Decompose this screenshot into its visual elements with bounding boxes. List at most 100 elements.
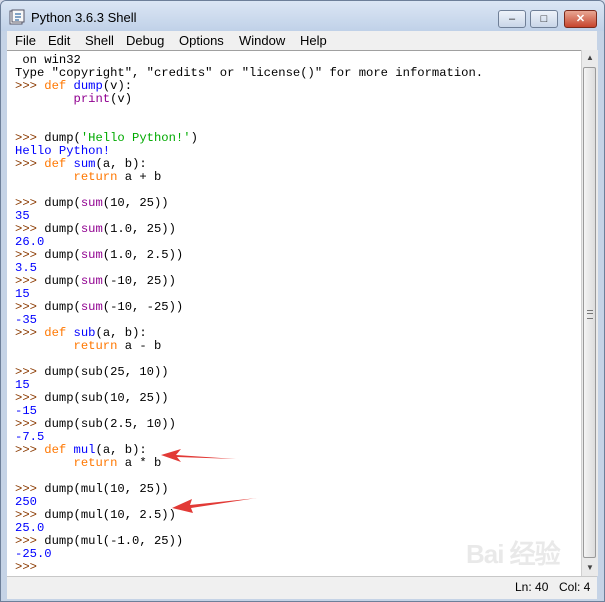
shell-line: >>> dump(sum(-10, -25)) bbox=[15, 301, 483, 314]
shell-prompt: >>> bbox=[15, 79, 45, 93]
shell-line: >>> dump(sub(10, 25)) bbox=[15, 392, 483, 405]
shell-code-token: sum bbox=[80, 300, 103, 314]
shell-prompt: >>> bbox=[15, 534, 45, 548]
shell-line: return a + b bbox=[15, 171, 483, 184]
shell-output-text: -15 bbox=[15, 404, 37, 418]
shell-code-token: sum bbox=[73, 157, 96, 171]
close-button[interactable]: ✕ bbox=[564, 10, 597, 28]
shell-prompt: >>> bbox=[15, 131, 45, 145]
shell-prompt: >>> bbox=[15, 482, 45, 496]
shell-code-token: ) bbox=[190, 131, 198, 145]
shell-code-token: return bbox=[73, 339, 118, 353]
shell-prompt: >>> bbox=[15, 248, 45, 262]
shell-code-token bbox=[66, 157, 73, 171]
shell-code-token: dump(mul(10, 25)) bbox=[44, 482, 169, 496]
shell-code-token: (1.0, 2.5)) bbox=[102, 248, 184, 262]
shell-line: -25.0 bbox=[15, 548, 483, 561]
shell-code-token bbox=[66, 79, 73, 93]
shell-line: >>> dump(mul(10, 25)) bbox=[15, 483, 483, 496]
shell-output-text: 15 bbox=[15, 378, 30, 392]
shell-code-token bbox=[66, 326, 73, 340]
shell-prompt: >>> bbox=[15, 222, 45, 236]
shell-output-text: Hello Python! bbox=[15, 144, 111, 158]
shell-code-token: Type "copyright", "credits" or "license(… bbox=[15, 66, 484, 80]
menu-edit[interactable]: Edit bbox=[48, 33, 70, 48]
shell-output-text: -7.5 bbox=[15, 430, 45, 444]
maximize-button[interactable]: □ bbox=[530, 10, 558, 28]
shell-output-text: 26.0 bbox=[15, 235, 45, 249]
shell-code-token: return bbox=[73, 170, 118, 184]
shell-code-token: def bbox=[44, 79, 67, 93]
shell-code-token: (-10, -25)) bbox=[102, 300, 184, 314]
menu-shell[interactable]: Shell bbox=[85, 33, 114, 48]
menu-window[interactable]: Window bbox=[239, 33, 285, 48]
shell-line: >>> dump(sum(1.0, 2.5)) bbox=[15, 249, 483, 262]
shell-output-text: 15 bbox=[15, 287, 30, 301]
grip-icon bbox=[587, 310, 593, 319]
menu-help[interactable]: Help bbox=[300, 33, 327, 48]
shell-code-token: sum bbox=[80, 222, 103, 236]
vertical-scrollbar[interactable]: ▲ ▼ bbox=[581, 50, 598, 576]
shell-code-token bbox=[15, 92, 74, 106]
title-bar[interactable]: Python 3.6.3 Shell – □ ✕ bbox=[1, 1, 604, 31]
shell-code-token: sum bbox=[80, 274, 103, 288]
shell-code-token: dump(mul(10, 2.5)) bbox=[44, 508, 176, 522]
shell-code-token bbox=[15, 456, 74, 470]
shell-text-area[interactable]: on win32 Type "copyright", "credits" or "… bbox=[7, 50, 581, 577]
status-line: Ln: 40 bbox=[515, 580, 549, 594]
shell-code-token: (1.0, 25)) bbox=[102, 222, 176, 236]
shell-code-token: 'Hello Python!' bbox=[80, 131, 191, 145]
menu-bar: File Edit Shell Debug Options Window Hel… bbox=[7, 31, 597, 50]
shell-line: >>> dump(sum(-10, 25)) bbox=[15, 275, 483, 288]
shell-code-token: (10, 25)) bbox=[102, 196, 169, 210]
shell-prompt: >>> bbox=[15, 157, 45, 171]
shell-code-token: sub bbox=[73, 326, 96, 340]
shell-code-token: dump(mul(-1.0, 25)) bbox=[44, 534, 184, 548]
shell-output-text: 25.0 bbox=[15, 521, 45, 535]
menu-options[interactable]: Options bbox=[179, 33, 224, 48]
shell-line: >>> dump(sum(1.0, 25)) bbox=[15, 223, 483, 236]
menu-debug[interactable]: Debug bbox=[126, 33, 164, 48]
status-column: Col: 4 bbox=[559, 580, 591, 594]
shell-code-token: dump( bbox=[44, 248, 81, 262]
shell-code-token: (a, b): bbox=[95, 326, 147, 340]
shell-code-token: return bbox=[73, 456, 118, 470]
shell-code-token: def bbox=[44, 157, 67, 171]
shell-code-token: mul bbox=[73, 443, 96, 457]
shell-prompt: >>> bbox=[15, 508, 45, 522]
shell-line: >>> dump(mul(-1.0, 25)) bbox=[15, 535, 483, 548]
shell-code-token: dump( bbox=[44, 131, 81, 145]
shell-code-token: on win32 bbox=[15, 53, 81, 67]
shell-code-token: a - b bbox=[117, 339, 162, 353]
shell-line: >>> dump(sub(25, 10)) bbox=[15, 366, 483, 379]
shell-code-token: (v): bbox=[102, 79, 133, 93]
scroll-up-icon[interactable]: ▲ bbox=[582, 50, 598, 66]
shell-line: >>> bbox=[15, 561, 483, 574]
scroll-thumb[interactable] bbox=[583, 67, 596, 558]
shell-output-text: 250 bbox=[15, 495, 37, 509]
shell-prompt: >>> bbox=[15, 560, 45, 574]
shell-code-token: dump bbox=[73, 79, 103, 93]
shell-line: return a - b bbox=[15, 340, 483, 353]
shell-code-token: (-10, 25)) bbox=[102, 274, 176, 288]
shell-code-token: dump(sub(25, 10)) bbox=[44, 365, 169, 379]
window-title: Python 3.6.3 Shell bbox=[31, 10, 137, 25]
shell-output-text: -25.0 bbox=[15, 547, 52, 561]
shell-code-token: sum bbox=[80, 196, 103, 210]
shell-line: print(v) bbox=[15, 93, 483, 106]
shell-code-token: (a, b): bbox=[95, 443, 147, 457]
shell-prompt: >>> bbox=[15, 443, 45, 457]
shell-output-text: -35 bbox=[15, 313, 37, 327]
shell-code-token: dump( bbox=[44, 300, 81, 314]
shell-line: return a * b bbox=[15, 457, 483, 470]
shell-prompt: >>> bbox=[15, 196, 45, 210]
shell-code-token: def bbox=[44, 326, 67, 340]
shell-code-token: print bbox=[73, 92, 111, 106]
shell-code-token: (a, b): bbox=[95, 157, 147, 171]
shell-prompt: >>> bbox=[15, 391, 45, 405]
minimize-button[interactable]: – bbox=[498, 10, 526, 28]
menu-file[interactable]: File bbox=[15, 33, 36, 48]
shell-code-token: dump(sub(2.5, 10)) bbox=[44, 417, 176, 431]
scroll-down-icon[interactable]: ▼ bbox=[582, 560, 598, 576]
